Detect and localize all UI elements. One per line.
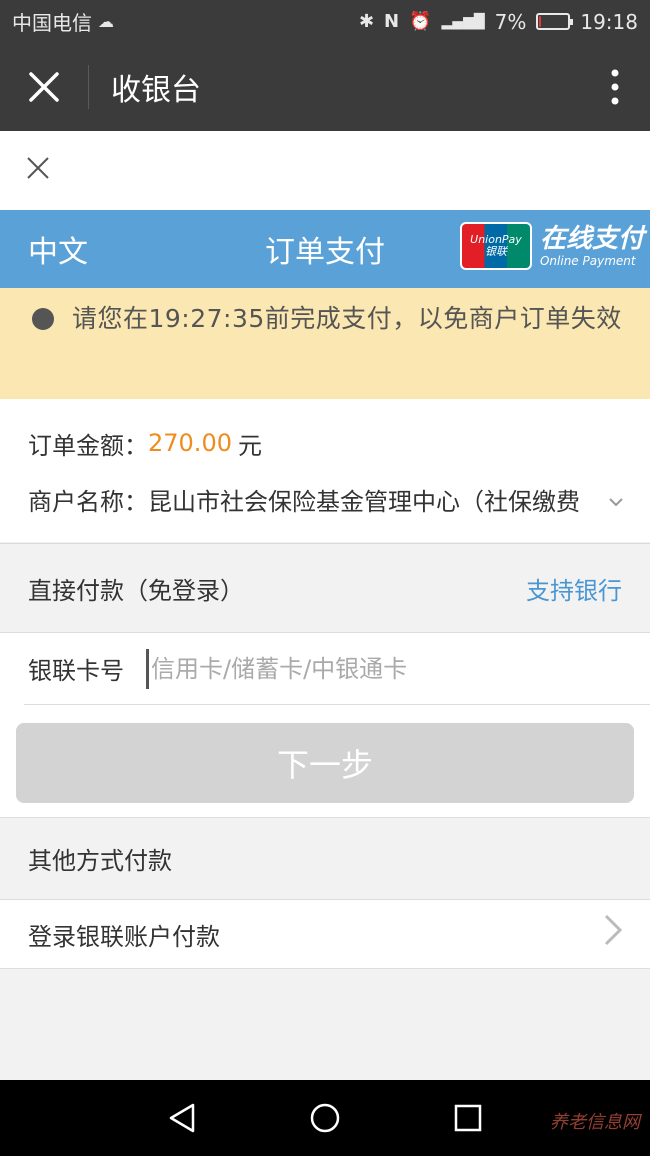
chevron-down-icon[interactable] <box>608 483 624 518</box>
more-vertical-icon <box>611 69 619 105</box>
notice-dot-icon <box>32 308 54 330</box>
currency-label: 元 <box>237 431 262 460</box>
page-title: 收银台 <box>111 73 201 108</box>
order-info: 订单金额： 270.00 元 商户名称： 昆山市社会保险基金管理中心（社保缴费 <box>0 399 650 542</box>
inner-close-button[interactable] <box>26 153 50 188</box>
more-button[interactable] <box>580 43 650 131</box>
chevron-right-icon <box>602 912 624 957</box>
battery-percent: 7% <box>494 9 527 34</box>
unionpay-badge: UnionPay 银联 <box>459 222 532 270</box>
amount-label: 订单金额： <box>28 431 148 460</box>
inner-close-row <box>0 131 650 210</box>
card-number-label: 银联卡号 <box>28 657 124 685</box>
cloud-icon: ☁ <box>98 12 114 31</box>
other-methods-title: 其他方式付款 <box>28 847 172 875</box>
home-circle-icon <box>310 1103 340 1133</box>
close-button[interactable] <box>0 43 88 131</box>
supported-banks-link[interactable]: 支持银行 <box>526 571 622 606</box>
title-bar: 收银台 <box>0 43 650 131</box>
battery-icon <box>536 13 574 30</box>
card-number-row: 银联卡号 <box>24 633 650 705</box>
order-amount-row: 订单金额： 270.00 元 <box>28 415 650 471</box>
login-unionpay-option[interactable]: 登录银联账户付款 <box>0 899 650 969</box>
online-payment-subtitle: Online Payment <box>539 253 636 268</box>
battery-fill <box>539 16 542 27</box>
clock: 19:18 <box>580 9 638 34</box>
payment-deadline-notice: 请您在19:27:35前完成支付，以免商户订单失效 <box>0 288 650 399</box>
recent-apps-button[interactable] <box>438 1088 498 1148</box>
close-icon <box>29 72 59 102</box>
bluetooth-icon: ✱ <box>358 11 375 32</box>
merchant-name: 昆山市社会保险基金管理中心（社保缴费 <box>148 487 580 516</box>
watermark-text: 养老信息网 <box>550 1112 640 1133</box>
direct-pay-title: 直接付款（免登录） <box>28 576 244 605</box>
notice-text: 请您在19:27:35前完成支付，以免商户订单失效 <box>72 304 622 333</box>
online-payment-title: 在线支付 <box>539 223 644 254</box>
unionpay-logo: UnionPay 银联 在线支付 Online Payment <box>459 222 644 270</box>
back-button[interactable] <box>152 1088 212 1148</box>
merchant-label: 商户名称： <box>28 487 148 516</box>
home-button[interactable] <box>295 1088 355 1148</box>
title-divider <box>88 65 89 109</box>
signal-icon: ▂▄▆█ <box>441 13 485 30</box>
card-number-input[interactable] <box>146 648 606 689</box>
card-input-section: 银联卡号 下一步 <box>0 632 650 817</box>
alarm-icon: ⏰ <box>409 11 432 32</box>
carrier-label: 中国电信 <box>12 11 92 35</box>
merchant-row[interactable]: 商户名称： 昆山市社会保险基金管理中心（社保缴费 <box>28 471 650 527</box>
payment-header: 中文 订单支付 UnionPay 银联 在线支付 Online Payment <box>0 210 650 288</box>
direct-pay-header: 直接付款（免登录） 支持银行 <box>0 543 650 632</box>
close-icon <box>27 157 49 179</box>
login-unionpay-label: 登录银联账户付款 <box>28 922 220 951</box>
next-step-button[interactable]: 下一步 <box>16 723 634 803</box>
nfc-icon: N <box>384 11 400 32</box>
recent-square-icon <box>455 1104 482 1132</box>
amount-value: 270.00 <box>148 429 232 457</box>
status-bar: 中国电信 ☁ ✱ N ⏰ ▂▄▆█ 7% 19:18 <box>0 0 650 43</box>
back-triangle-icon <box>169 1103 194 1133</box>
other-methods-header: 其他方式付款 <box>0 817 650 899</box>
